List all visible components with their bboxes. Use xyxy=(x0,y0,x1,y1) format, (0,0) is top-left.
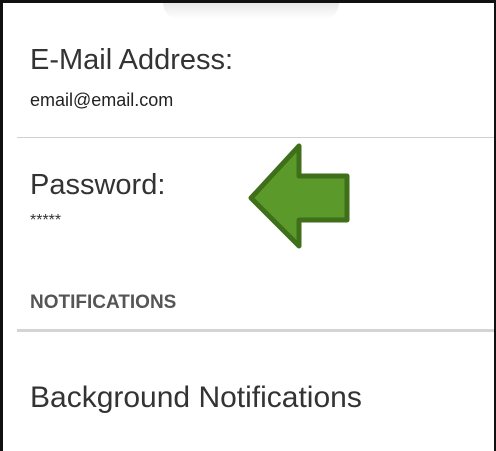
category-divider xyxy=(17,329,494,332)
email-title: E-Mail Address: xyxy=(30,44,234,76)
email-preference[interactable]: E-Mail Address: email@email.com xyxy=(30,43,494,111)
top-shadow xyxy=(163,3,339,19)
notifications-category-header: NOTIFICATIONS xyxy=(30,292,177,313)
email-value: email@email.com xyxy=(30,90,174,110)
left-arrow-icon xyxy=(248,143,350,249)
settings-screen: E-Mail Address: email@email.com Password… xyxy=(0,0,496,451)
divider xyxy=(17,137,494,138)
background-notifications-preference[interactable]: Background Notifications xyxy=(30,380,362,416)
